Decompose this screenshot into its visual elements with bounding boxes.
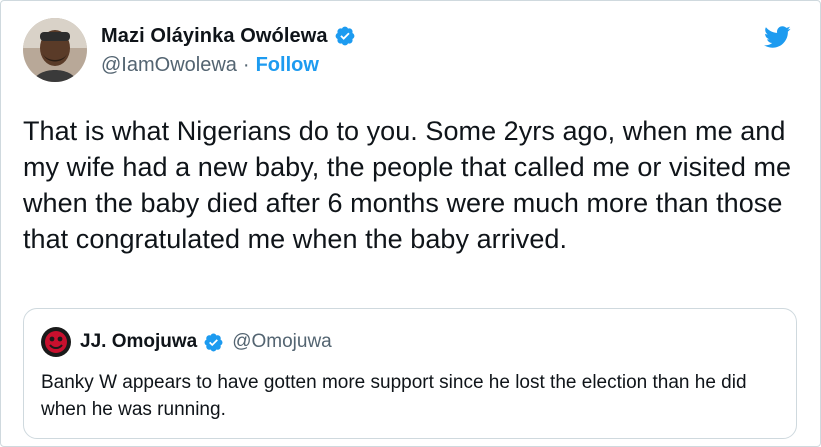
verified-badge-icon [203,332,224,353]
tweet-card: Mazi Oláyinka Owólewa @IamOwolewa · Foll… [0,0,821,447]
quoted-author-display-name[interactable]: JJ. Omojuwa [80,331,197,353]
quoted-tweet[interactable]: JJ. Omojuwa @Omojuwa Banky W appears to … [23,308,797,439]
follow-button[interactable]: Follow [256,54,319,77]
tweet-text: That is what Nigerians do to you. Some 2… [23,116,792,254]
tweet-header: Mazi Oláyinka Owólewa @IamOwolewa · Foll… [23,18,356,82]
verified-badge-icon [334,25,356,47]
author-name-row: Mazi Oláyinka Owólewa [101,21,356,51]
quoted-tweet-header: JJ. Omojuwa @Omojuwa [41,327,332,357]
author-avatar[interactable] [23,18,87,82]
twitter-bird-icon[interactable] [760,23,794,51]
quoted-author-handle[interactable]: @Omojuwa [232,331,332,353]
author-handle-row: @IamOwolewa · Follow [101,51,356,79]
author-info: Mazi Oláyinka Owólewa @IamOwolewa · Foll… [101,21,356,79]
quoted-author-avatar[interactable] [41,327,71,357]
separator-dot: · [242,53,250,76]
author-handle[interactable]: @IamOwolewa [101,54,237,77]
author-display-name[interactable]: Mazi Oláyinka Owólewa [101,25,328,48]
quoted-tweet-text: Banky W appears to have gotten more supp… [41,372,747,420]
